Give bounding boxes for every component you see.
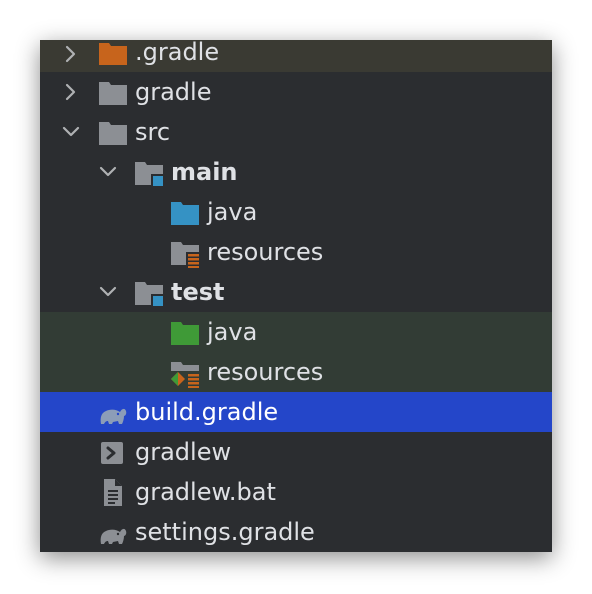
tree-item-main[interactable]: main xyxy=(40,152,552,192)
tree-item-label: settings.gradle xyxy=(135,518,315,546)
gradle-elephant-icon xyxy=(100,528,127,544)
chevron-right-icon[interactable] xyxy=(60,43,82,65)
source-root-folder-icon xyxy=(171,202,199,225)
tree-item-src[interactable]: src xyxy=(40,112,552,152)
chevron-down-icon[interactable] xyxy=(97,161,119,183)
test-resources-root-folder-icon xyxy=(170,362,200,388)
chevron-down-icon[interactable] xyxy=(60,121,82,143)
tree-item-build-gradle[interactable]: build.gradle xyxy=(40,392,552,432)
tree-item-label: java xyxy=(207,318,258,346)
chevron-down-icon[interactable] xyxy=(97,281,119,303)
tree-item-label: test xyxy=(171,278,225,306)
tree-item-settings-gradle[interactable]: settings.gradle xyxy=(40,512,552,552)
tree-item-test[interactable]: test xyxy=(40,272,552,312)
tree-item-test-resources[interactable]: resources xyxy=(40,352,552,392)
tree-item-gradlew-bat[interactable]: gradlew.bat xyxy=(40,472,552,512)
module-folder-icon xyxy=(135,162,164,187)
tree-item-label: build.gradle xyxy=(135,398,279,426)
tree-item-label: src xyxy=(135,118,171,146)
resources-root-folder-icon xyxy=(171,242,200,268)
gradle-elephant-icon xyxy=(100,408,127,424)
tree-item-label: resources xyxy=(207,238,324,266)
module-folder-icon xyxy=(135,282,164,307)
chevron-right-icon[interactable] xyxy=(60,81,82,103)
tree-item-test-java[interactable]: java xyxy=(40,312,552,352)
tree-item-label: gradlew xyxy=(135,438,232,466)
tree-item-dot-gradle[interactable]: .gradle xyxy=(40,40,552,72)
tree-item-gradle[interactable]: gradle xyxy=(40,72,552,112)
folder-excluded-icon xyxy=(99,43,127,65)
folder-icon xyxy=(99,82,127,105)
tree-item-main-resources[interactable]: resources xyxy=(40,232,552,272)
tree-item-label: gradlew.bat xyxy=(135,478,276,506)
test-source-root-folder-icon xyxy=(171,322,199,345)
tree-item-label: resources xyxy=(207,358,324,386)
text-file-icon xyxy=(104,479,122,506)
tree-item-label: main xyxy=(171,158,238,186)
project-tree-panel: .gradle gradle src main java resources t… xyxy=(40,40,552,552)
tree-item-label: .gradle xyxy=(135,40,220,66)
shell-script-icon xyxy=(101,442,123,464)
tree-item-label: java xyxy=(207,198,258,226)
tree-item-label: gradle xyxy=(135,78,212,106)
folder-icon xyxy=(99,122,127,145)
tree-item-gradlew[interactable]: gradlew xyxy=(40,432,552,472)
tree-item-main-java[interactable]: java xyxy=(40,192,552,232)
